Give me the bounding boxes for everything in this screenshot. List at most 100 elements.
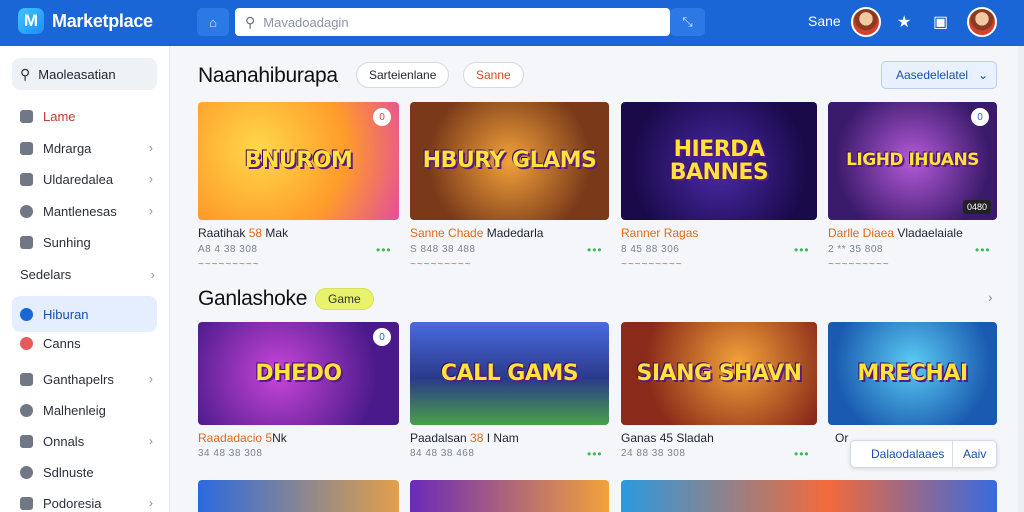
top-bar: M Marketplace ⌂ ⚲ ⤡ Sane ★ ▣ [0,0,1024,46]
game-meta: 24 88 38 308 [621,448,686,459]
search-icon: ⚲ [245,13,256,30]
wishlist-icon[interactable]: 0 [971,108,989,126]
more-options-icon[interactable]: ••• [975,243,991,257]
more-options-icon[interactable]: ••• [794,447,810,461]
game-price: ~~~~~~~~~ [198,259,260,270]
more-options-icon[interactable]: ••• [587,447,603,461]
sidebar-search-label: Maoleasatian [38,66,116,82]
star-icon [20,465,33,479]
game-meta: S 848 38 488 [410,244,476,255]
sidebar-item-1[interactable]: Lame [12,100,157,132]
game-thumbnail[interactable]: LIGHD IHUANS 0 0480 [828,102,997,220]
game-thumbnail[interactable] [198,480,399,512]
chevron-right-icon: › [149,372,153,386]
action-popover: Dalaodalaaes Aaiv [850,440,997,468]
game-art-title: HIERDA BANNES [669,136,769,185]
home-button[interactable]: ⌂ [197,8,229,36]
game-thumbnail[interactable]: CALL GAMS [410,322,609,425]
clock-icon [20,204,33,218]
sidebar-item-label: Lame [43,108,76,124]
game-price: ~~~~~~~~~ [828,259,890,270]
game-thumbnail[interactable] [410,480,609,512]
folder-icon [20,496,33,510]
heart-icon [20,336,33,350]
avatar[interactable] [851,7,881,37]
chevron-right-icon: › [149,204,153,218]
sidebar-item-label: Uldaredalea [43,171,114,187]
chat-icon [20,403,33,417]
sidebar-item-2[interactable]: Mdrarga › [12,132,157,164]
sidebar-item-podoresia[interactable]: Podoresia › [12,487,157,512]
more-options-icon[interactable]: ••• [794,243,810,257]
popover-secondary-button[interactable]: Aaiv [953,447,986,461]
search-submit-button[interactable]: ⤡ [670,8,705,36]
duration-badge: 0480 [962,200,991,214]
sidebar-item-label: Ganthapelrs [43,371,114,387]
game-thumbnail[interactable]: MRECHAI [828,322,997,425]
game-price: ~~~~~~~~~ [410,259,472,270]
game-thumbnail[interactable]: HBURY GLAMS [410,102,609,220]
game-title: Ganas 45 Sladah [621,431,714,445]
sidebar-item-canns[interactable]: Canns [12,327,157,359]
game-art-title: HBURY GLAMS [422,148,597,174]
more-options-icon[interactable]: ••• [587,243,603,257]
category-chip[interactable]: Game [315,288,374,310]
game-thumbnail[interactable]: DHEDO 0 [198,322,399,425]
user-name[interactable]: Sane [808,13,841,29]
chevron-right-icon: › [149,172,153,186]
sidebar-item-ganthapelrs[interactable]: Ganthapelrs › [12,363,157,395]
shopping-icon [20,372,33,386]
sidebar-item-label: Sunhing [43,234,91,250]
wishlist-icon[interactable]: 0 [373,328,391,346]
game-title: Sanne Chade Madedarla [410,226,544,240]
sidebar-item-3[interactable]: Uldaredalea › [12,163,157,195]
sidebar-search[interactable]: ⚲ Maoleasatian [12,58,157,90]
logo-icon: M [18,8,44,34]
sidebar-group-label: Sedelars [20,267,72,282]
sidebar-item-5[interactable]: Sunhing [12,226,157,258]
game-meta: 84 48 38 468 [410,448,475,459]
popover-primary-button[interactable]: Dalaodalaaes [851,441,953,467]
sidebar-item-4[interactable]: Mantlenesas › [12,195,157,227]
sidebar-group-header[interactable]: Sedelars › [20,267,155,282]
chevron-right-icon: › [150,267,155,282]
search-icon: ⚲ [20,65,31,82]
game-thumbnail[interactable] [621,480,997,512]
game-title: Paadalsan 38 I Nam [410,431,519,445]
section-title: Naanahiburapa [198,64,338,87]
lock-icon [20,434,33,448]
sidebar-item-label: Podoresia [43,495,102,511]
game-thumbnail[interactable]: HIERDA BANNES [621,102,817,220]
game-thumbnail[interactable]: BNUROM 0 [198,102,399,220]
game-meta: A8 4 38 308 [198,244,258,255]
tag-icon [20,235,33,249]
game-title: Or [835,431,849,445]
sort-label: Aasedelelatel [896,68,969,82]
sidebar-item-label: Hiburan [43,306,89,322]
game-title: Raadadacio 5Nk [198,431,287,445]
game-thumbnail[interactable]: SIANG SHAVN [621,322,817,425]
search-input[interactable] [263,14,644,30]
wishlist-icon[interactable]: 0 [373,108,391,126]
star-icon[interactable]: ★ [897,12,911,32]
sidebar-item-malhenleig[interactable]: Malhenleig [12,394,157,426]
sort-dropdown[interactable]: Aasedelelatel ⌄ [881,61,997,89]
sidebar-item-label: Mantlenesas [43,203,117,219]
scrollbar[interactable] [1018,46,1024,512]
logo[interactable]: M Marketplace [18,8,153,34]
profile-avatar[interactable] [967,7,997,37]
more-options-icon[interactable]: ••• [376,243,392,257]
game-price: ~~~~~~~~~ [621,259,683,270]
sidebar-item-onnals[interactable]: Onnals › [12,425,157,457]
chevron-right-icon[interactable]: › [988,289,993,305]
game-title: Raatihak 58 Mak [198,226,289,240]
bag-icon[interactable]: ▣ [933,12,948,32]
game-art-title: CALL GAMS [440,360,579,386]
filter-chip[interactable]: Sarteienlane [356,62,450,88]
game-art-title: LIGHD IHUANS [846,150,979,171]
filter-chip[interactable]: Sanne [463,62,524,88]
sidebar-item-label: Canns [43,335,81,351]
sidebar-item-sdlnuste[interactable]: Sdlnuste [12,456,157,488]
section-title: Ganlashoke [198,287,308,310]
gamepad-icon [20,307,33,321]
